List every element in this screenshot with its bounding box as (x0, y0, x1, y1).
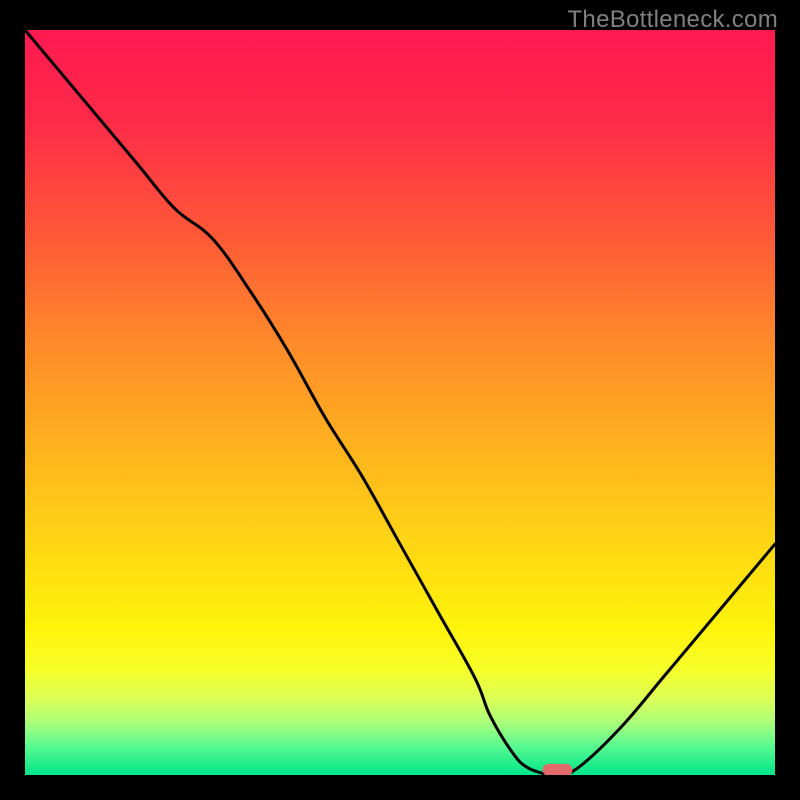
plot-area (25, 30, 775, 775)
chart-svg (25, 30, 775, 775)
chart-frame: TheBottleneck.com (0, 0, 800, 800)
optimal-marker (543, 764, 573, 775)
watermark-text: TheBottleneck.com (567, 6, 778, 34)
gradient-background (25, 30, 775, 775)
